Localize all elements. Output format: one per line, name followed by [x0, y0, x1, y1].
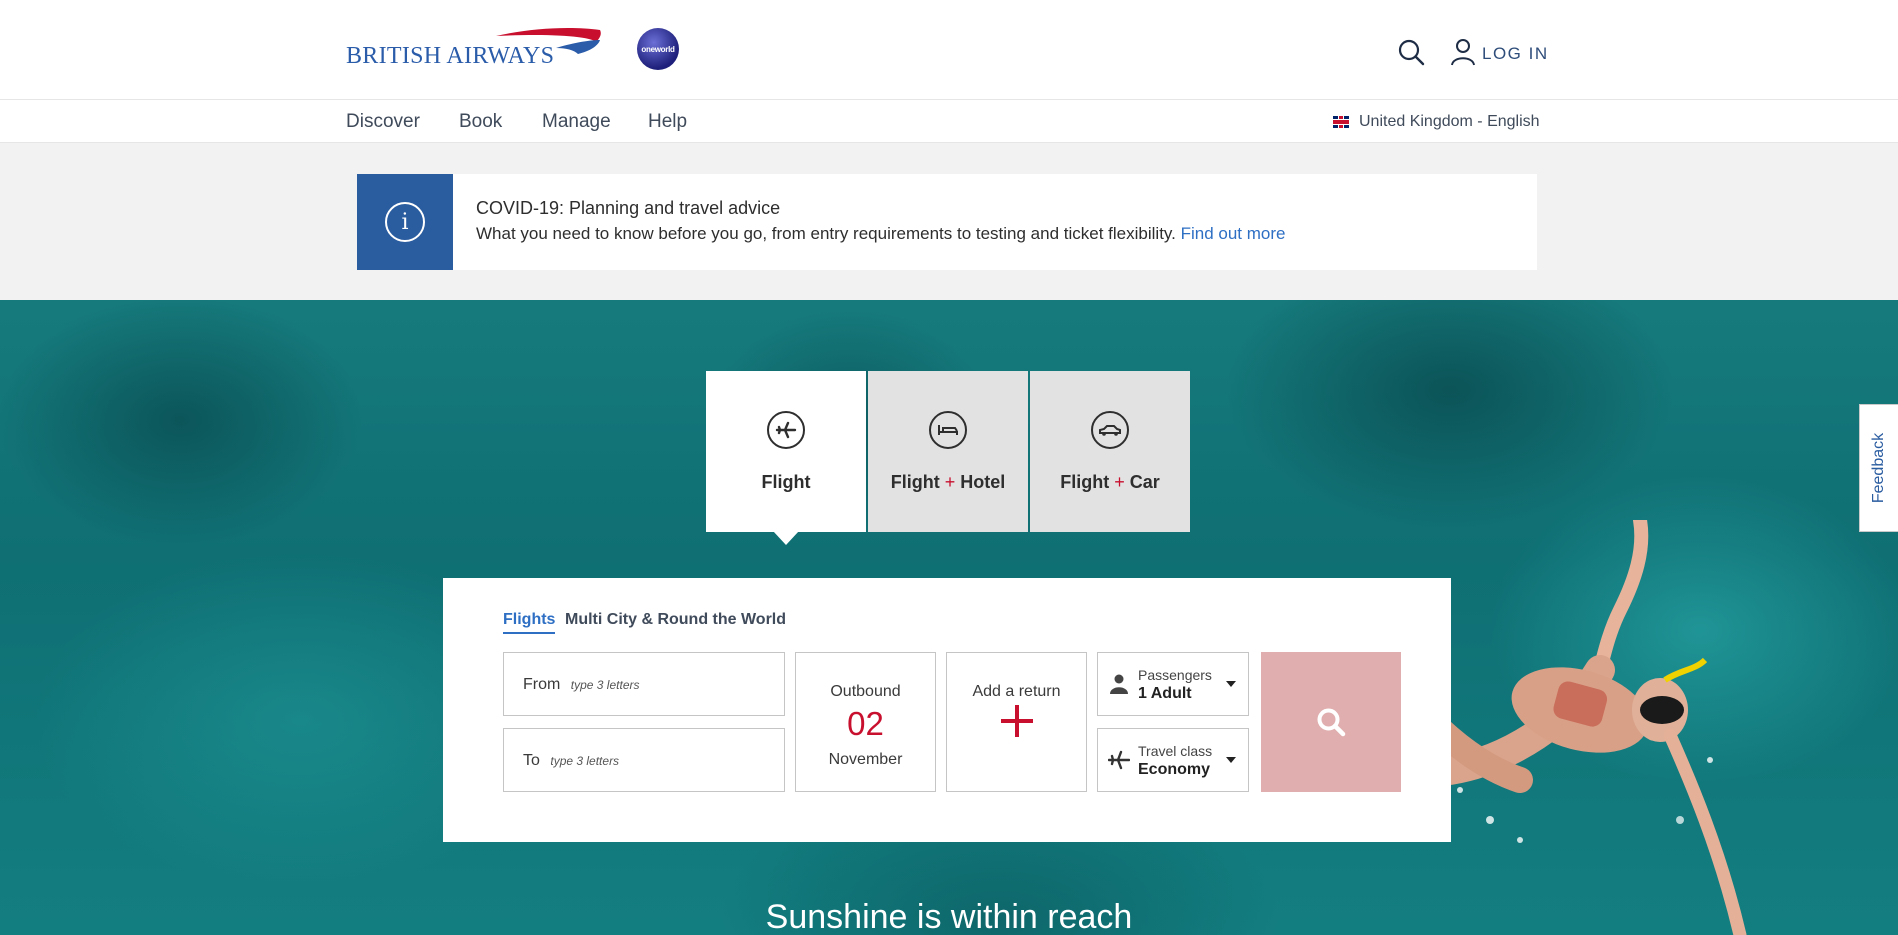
find-out-more-link[interactable]: Find out more	[1181, 224, 1286, 243]
nav-manage[interactable]: Manage	[542, 111, 611, 133]
add-return-label: Add a return	[972, 683, 1061, 700]
covid-banner: i COVID-19: Planning and travel advice W…	[357, 174, 1537, 270]
tab-flight[interactable]: Flight	[706, 371, 866, 532]
from-label: From type 3 letters	[523, 676, 639, 694]
covid-banner-section: i COVID-19: Planning and travel advice W…	[0, 143, 1898, 300]
tab-flight-car-label: Flight + Car	[1060, 472, 1160, 493]
covid-description: What you need to know before you go, fro…	[476, 224, 1176, 243]
to-placeholder: type 3 letters	[550, 754, 620, 768]
plus-icon	[1000, 705, 1033, 737]
outbound-day: 02	[847, 705, 884, 742]
tab-flight-car[interactable]: Flight + Car	[1030, 371, 1190, 532]
outbound-month: November	[828, 751, 903, 768]
outbound-date-picker[interactable]: Outbound 02 November	[795, 652, 936, 792]
uk-flag-icon	[1333, 116, 1349, 128]
chevron-down-icon	[1226, 757, 1236, 763]
feedback-label: Feedback	[1870, 432, 1887, 504]
plus-sign: +	[944, 472, 956, 492]
tab-label-flight: Flight	[1060, 472, 1110, 492]
passengers-label: Passengers	[1138, 667, 1212, 683]
outbound-label: Outbound	[830, 683, 901, 700]
person-icon	[1110, 674, 1128, 694]
plus-sign: +	[1114, 472, 1125, 492]
tab-flight-hotel-label: Flight + Hotel	[891, 472, 1006, 493]
tab-label-car: Car	[1129, 472, 1160, 492]
passengers-select[interactable]: Passengers 1 Adult	[1097, 652, 1249, 716]
to-label: To type 3 letters	[523, 752, 619, 770]
nav-discover[interactable]: Discover	[346, 111, 420, 133]
active-tab-pointer	[773, 531, 799, 545]
tab-flight-label: Flight	[761, 472, 811, 492]
from-field[interactable]: From type 3 letters	[503, 652, 785, 716]
covid-text: What you need to know before you go, fro…	[476, 224, 1286, 244]
to-label-text: To	[523, 752, 540, 769]
british-airways-logo[interactable]: BRITISH AIRWAYS	[346, 26, 606, 74]
tab-multi-city[interactable]: Multi City & Round the World	[565, 611, 786, 629]
nav-help[interactable]: Help	[648, 111, 687, 133]
add-return-button[interactable]: Add a return	[946, 652, 1087, 792]
search-flights-button[interactable]	[1261, 652, 1401, 792]
locale-selector[interactable]: United Kingdom - English	[1333, 113, 1540, 131]
tab-flight-hotel[interactable]: Flight + Hotel	[868, 371, 1028, 532]
oneworld-logo[interactable]: oneworld	[637, 28, 679, 70]
logo-text: BRITISH AIRWAYS	[346, 43, 555, 69]
tab-label-hotel: Hotel	[960, 472, 1006, 492]
from-label-text: From	[523, 676, 561, 693]
flight-search-panel: Flights Multi City & Round the World Fro…	[443, 578, 1451, 842]
locale-label: United Kingdom - English	[1359, 113, 1540, 130]
to-field[interactable]: To type 3 letters	[503, 728, 785, 792]
travel-class-label: Travel class	[1138, 743, 1213, 759]
user-icon[interactable]	[1451, 38, 1475, 66]
swimmer-image	[1430, 520, 1747, 935]
plane-icon	[1108, 750, 1130, 770]
nav-book[interactable]: Book	[459, 111, 502, 133]
feedback-tab[interactable]: Feedback	[1859, 404, 1898, 532]
tab-flights[interactable]: Flights	[503, 611, 556, 634]
chevron-down-icon	[1226, 681, 1236, 687]
travel-class-value: Economy	[1138, 761, 1211, 778]
info-icon: i	[385, 202, 425, 242]
covid-title: COVID-19: Planning and travel advice	[476, 198, 781, 218]
travel-class-select[interactable]: Travel class Economy	[1097, 728, 1249, 792]
info-icon-box: i	[357, 174, 453, 270]
tab-label-flight: Flight	[890, 472, 940, 492]
plane-icon	[767, 411, 805, 449]
from-placeholder: type 3 letters	[570, 678, 640, 692]
bed-icon	[929, 411, 967, 449]
car-icon	[1091, 411, 1129, 449]
passengers-value: 1 Adult	[1138, 685, 1192, 702]
hero-tagline: Sunshine is within reach	[765, 898, 1133, 935]
login-link[interactable]: LOG IN	[1482, 44, 1549, 64]
main-nav: Discover Book Manage Help United Kingdom…	[0, 101, 1898, 143]
search-icon[interactable]	[1397, 38, 1425, 66]
search-icon	[1317, 708, 1346, 737]
top-header: BRITISH AIRWAYS oneworld LOG IN	[0, 0, 1898, 100]
